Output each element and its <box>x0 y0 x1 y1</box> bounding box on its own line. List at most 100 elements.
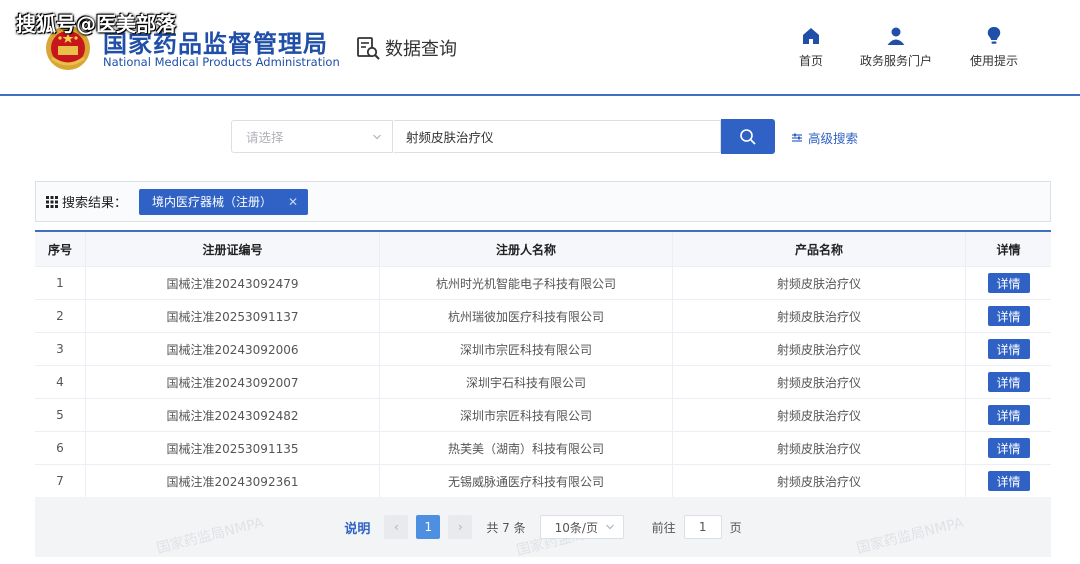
brand-subtitle: National Medical Products Administration <box>103 55 340 69</box>
chevron-down-icon <box>605 524 614 530</box>
data-query-link[interactable]: 数据查询 <box>355 34 457 62</box>
row-registration-no: 国械注准20243092361 <box>86 465 380 497</box>
row-product-name: 射频皮肤治疗仪 <box>673 432 966 464</box>
row-details-cell: 详情 <box>966 399 1051 431</box>
row-registration-no: 国械注准20243092479 <box>86 267 380 299</box>
row-details-cell: 详情 <box>966 366 1051 398</box>
search-icon <box>740 128 756 145</box>
row-registrant: 热芙美（湖南）科技有限公司 <box>380 432 673 464</box>
chevron-down-icon <box>373 134 381 139</box>
nav-home[interactable]: 首页 <box>799 26 823 69</box>
nav-gov-service-portal[interactable]: 政务服务门户 <box>860 26 932 69</box>
row-registrant: 深圳市宗匠科技有限公司 <box>380 333 673 365</box>
row-registrant: 杭州时光机智能电子科技有限公司 <box>380 267 673 299</box>
search-result-bar: 搜索结果： 境内医疗器械（注册） ✕ <box>35 181 1051 222</box>
user-icon <box>887 27 905 45</box>
search-button[interactable] <box>721 119 775 154</box>
table-row: 6 国械注准20253091135 热芙美（湖南）科技有限公司 射频皮肤治疗仪 详情 <box>35 432 1051 465</box>
nav-home-label: 首页 <box>799 54 824 68</box>
nav-usage-tips-label: 使用提示 <box>970 54 1019 68</box>
details-button[interactable]: 详情 <box>987 405 1030 425</box>
page-size-select[interactable]: 10条/页 <box>539 515 624 539</box>
search-result-title: 搜索结果： <box>46 192 127 211</box>
row-details-cell: 详情 <box>966 333 1051 365</box>
row-index: 6 <box>35 432 86 464</box>
nav-gov-service-portal-label: 政务服务门户 <box>860 54 933 68</box>
data-query-label: 数据查询 <box>385 39 457 60</box>
prev-page-button[interactable]: ‹ <box>384 515 409 539</box>
search-result-label: 搜索结果： <box>62 196 128 211</box>
page-suffix-label: 页 <box>729 520 742 535</box>
row-registration-no: 国械注准20243092006 <box>86 333 380 365</box>
header: 搜狐号@医美部落 国家药品监督管理局 National Medical Prod… <box>0 0 1080 96</box>
page: 搜狐号@医美部落 国家药品监督管理局 National Medical Prod… <box>0 0 1080 564</box>
row-index: 4 <box>35 366 86 398</box>
column-header-registrant: 注册人名称 <box>380 232 673 266</box>
page-number-button[interactable]: 1 <box>416 515 441 539</box>
next-page-button[interactable]: › <box>448 515 473 539</box>
source-watermark: 搜狐号@医美部落 <box>16 12 176 36</box>
row-details-cell: 详情 <box>966 432 1051 464</box>
row-registrant: 杭州瑞彼加医疗科技有限公司 <box>380 300 673 332</box>
grid-icon <box>46 195 58 208</box>
table-row: 5 国械注准20243092482 深圳市宗匠科技有限公司 射频皮肤治疗仪 详情 <box>35 399 1051 432</box>
advanced-search-link[interactable]: 高级搜索 <box>791 128 858 147</box>
lightbulb-icon <box>987 27 1001 44</box>
row-index: 7 <box>35 465 86 497</box>
filter-tag-label: 境内医疗器械（注册） <box>152 195 273 209</box>
table-header-row: 序号 注册证编号 注册人名称 产品名称 详情 <box>35 232 1051 267</box>
row-index: 5 <box>35 399 86 431</box>
row-registrant: 深圳市宗匠科技有限公司 <box>380 399 673 431</box>
table-row: 3 国械注准20243092006 深圳市宗匠科技有限公司 射频皮肤治疗仪 详情 <box>35 333 1051 366</box>
column-header-details: 详情 <box>996 242 1021 257</box>
row-product-name: 射频皮肤治疗仪 <box>673 366 966 398</box>
page-size-value: 10条/页 <box>554 520 598 535</box>
advanced-search-label: 高级搜索 <box>808 131 859 146</box>
row-product-name: 射频皮肤治疗仪 <box>673 333 966 365</box>
row-index: 1 <box>35 267 86 299</box>
row-details-cell: 详情 <box>966 267 1051 299</box>
table-row: 4 国械注准20243092007 深圳宇石科技有限公司 射频皮肤治疗仪 详情 <box>35 366 1051 399</box>
home-icon <box>803 28 819 44</box>
column-header-index: 序号 <box>35 232 86 266</box>
table-row: 2 国械注准20253091137 杭州瑞彼加医疗科技有限公司 射频皮肤治疗仪 详情 <box>35 300 1051 333</box>
details-button[interactable]: 详情 <box>987 306 1030 326</box>
close-icon[interactable]: ✕ <box>288 195 298 209</box>
pagination: 说明 ‹ 1 › 共 7 条 10条/页 前往 页 <box>35 515 1051 539</box>
row-product-name: 射频皮肤治疗仪 <box>673 300 966 332</box>
nav-usage-tips[interactable]: 使用提示 <box>970 26 1018 69</box>
category-select-placeholder: 请选择 <box>246 130 284 145</box>
row-registration-no: 国械注准20253091135 <box>86 432 380 464</box>
row-product-name: 射频皮肤治疗仪 <box>673 399 966 431</box>
total-count: 共 7 条 <box>486 520 526 535</box>
row-registration-no: 国械注准20253091137 <box>86 300 380 332</box>
table-row: 7 国械注准20243092361 无锡威脉通医疗科技有限公司 射频皮肤治疗仪 详情 <box>35 465 1051 498</box>
row-product-name: 射频皮肤治疗仪 <box>673 267 966 299</box>
row-registrant: 深圳宇石科技有限公司 <box>380 366 673 398</box>
row-registration-no: 国械注准20243092007 <box>86 366 380 398</box>
row-index: 3 <box>35 333 86 365</box>
results-table: 序号 注册证编号 注册人名称 产品名称 详情 1 国械注准20243092479 杭… <box>35 230 1051 498</box>
search-input[interactable] <box>394 120 721 153</box>
column-header-product: 产品名称 <box>673 232 966 266</box>
row-details-cell: 详情 <box>966 465 1051 497</box>
row-registrant: 无锡威脉通医疗科技有限公司 <box>380 465 673 497</box>
row-product-name: 射频皮肤治疗仪 <box>673 465 966 497</box>
document-search-icon <box>357 37 380 60</box>
row-registration-no: 国械注准20243092482 <box>86 399 380 431</box>
details-button[interactable]: 详情 <box>987 339 1030 359</box>
row-details-cell: 详情 <box>966 300 1051 332</box>
row-index: 2 <box>35 300 86 332</box>
details-button[interactable]: 详情 <box>987 372 1030 392</box>
details-button[interactable]: 详情 <box>987 471 1030 491</box>
goto-page-input[interactable] <box>683 515 722 539</box>
table-row: 1 国械注准20243092479 杭州时光机智能电子科技有限公司 射频皮肤治疗仪 详情 <box>35 267 1051 300</box>
category-select[interactable]: 请选择 <box>231 120 393 153</box>
column-header-registration-no: 注册证编号 <box>86 232 380 266</box>
filter-tag[interactable]: 境内医疗器械（注册） ✕ <box>139 188 309 215</box>
explain-link[interactable]: 说明 <box>344 518 370 537</box>
pagination-area: 国家药监局NMPA 国家药监局NMPA 国家药监局NMPA 说明 ‹ 1 › 共… <box>35 497 1051 557</box>
details-button[interactable]: 详情 <box>987 438 1030 458</box>
details-button[interactable]: 详情 <box>987 273 1030 293</box>
filter-sliders-icon <box>792 133 802 142</box>
